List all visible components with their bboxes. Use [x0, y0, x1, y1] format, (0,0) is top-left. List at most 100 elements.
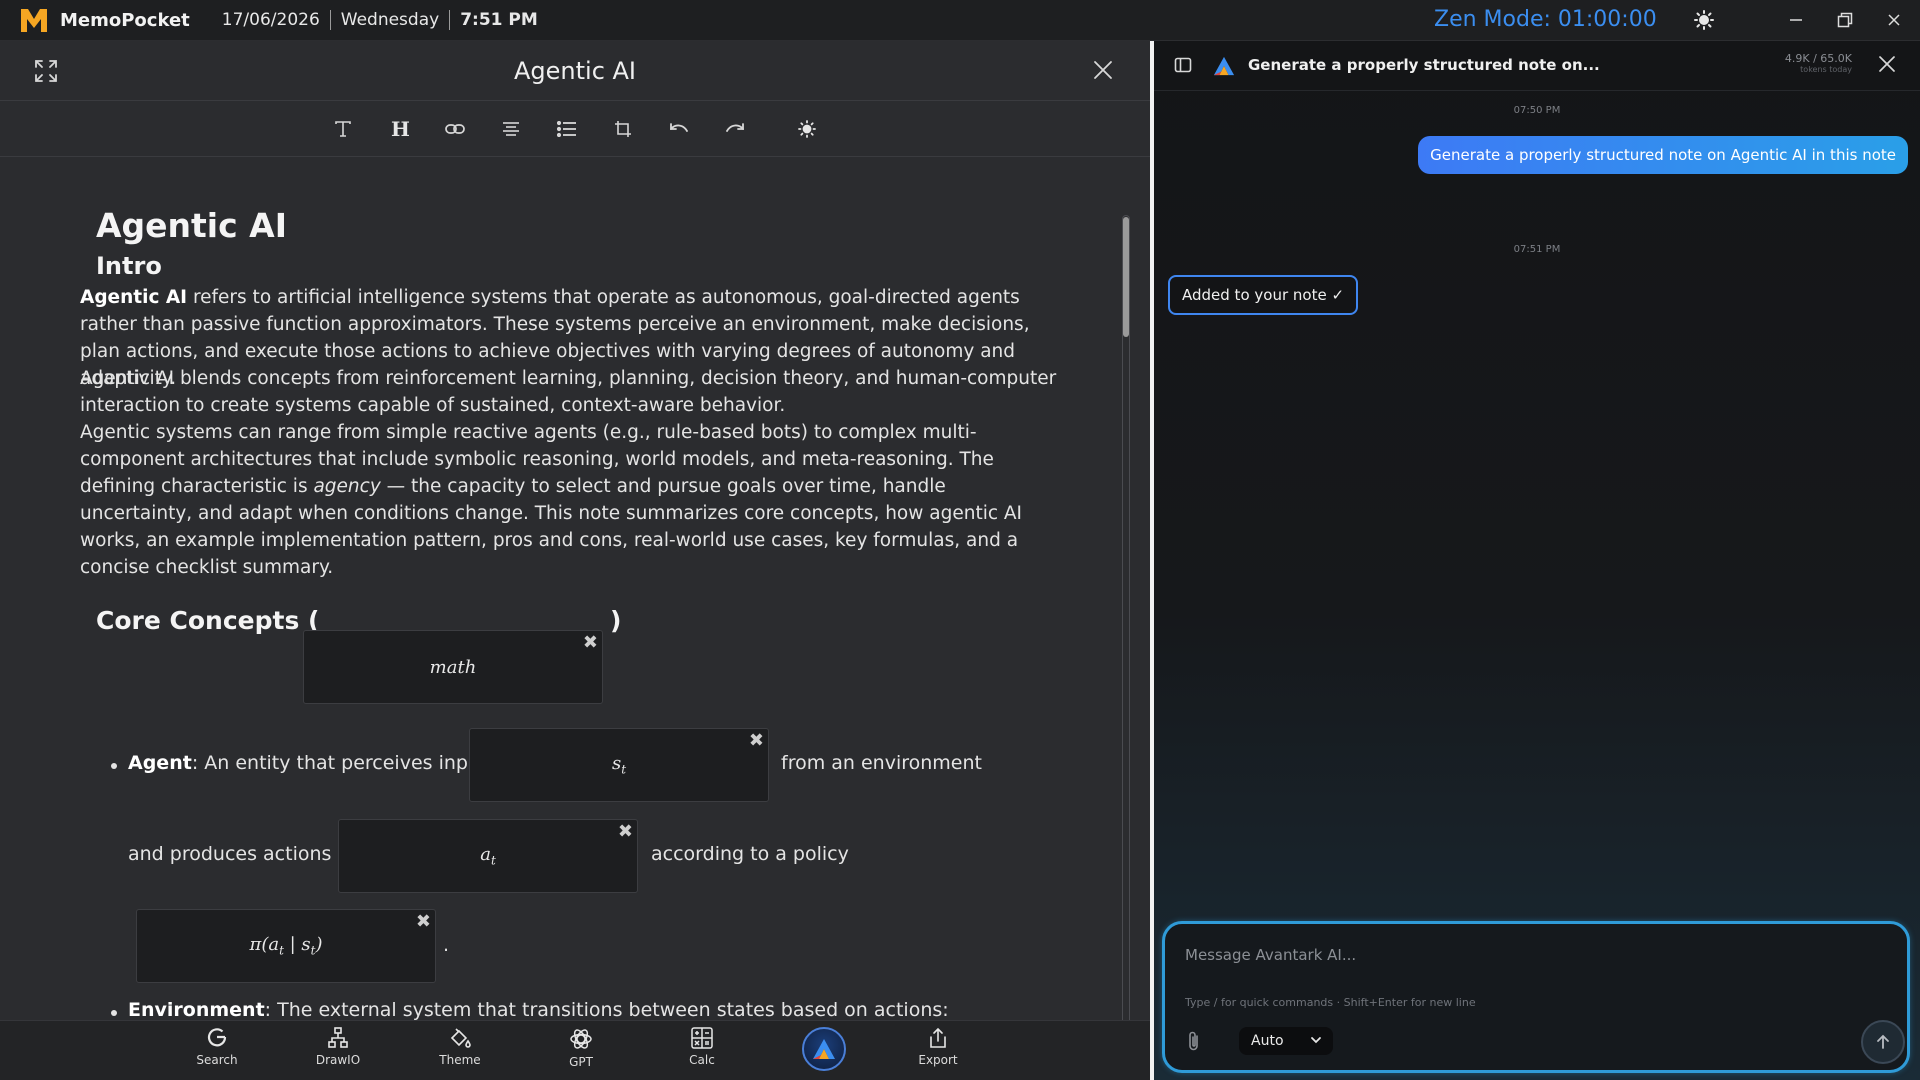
send-button[interactable] — [1861, 1020, 1905, 1064]
composer-hint: Type / for quick commands · Shift+Enter … — [1185, 996, 1476, 1009]
dock-search[interactable]: Search — [177, 1027, 257, 1067]
math-block-policy[interactable]: π(at | st) ✖ — [136, 909, 436, 983]
dock-theme[interactable]: Theme — [420, 1027, 500, 1067]
attach-paperclip-icon[interactable] — [1187, 1030, 1201, 1056]
math-text: math — [429, 656, 477, 678]
agent-label: Agent — [128, 752, 192, 774]
weekday-text: Wednesday — [340, 10, 440, 30]
heading-2-intro: Intro — [96, 252, 162, 280]
dock-drawio[interactable]: DrawIO — [298, 1027, 378, 1067]
math-policy: π(at | st) — [249, 934, 322, 958]
math-at-sub: t — [490, 853, 496, 868]
sidebar-toggle-icon[interactable] — [1174, 56, 1192, 78]
math-at: at — [480, 844, 496, 868]
dock-label: Theme — [439, 1053, 481, 1067]
avantark-logo-icon — [813, 1039, 835, 1059]
restore-icon[interactable] — [1833, 8, 1857, 32]
dock-gpt[interactable]: GPT — [541, 1027, 621, 1069]
crop-icon[interactable] — [595, 109, 651, 149]
agent-text-3: and produces actions — [128, 843, 332, 865]
math-policy-end: ) — [315, 934, 323, 956]
remove-math-icon[interactable]: ✖ — [416, 911, 431, 932]
agency-emphasis: agency — [313, 476, 381, 497]
app-name: MemoPocket — [60, 9, 190, 31]
formatting-toolbar: H — [0, 101, 1150, 157]
dock-label: GPT — [569, 1055, 593, 1069]
intro-bold: Agentic AI — [80, 287, 188, 308]
dock-calc[interactable]: Calc — [662, 1027, 742, 1067]
time-text: 7:51 PM — [460, 10, 538, 30]
arrow-up-icon — [1877, 1034, 1889, 1049]
note-content[interactable]: Agentic AI Intro Agentic AI refers to ar… — [0, 158, 1120, 1020]
editor-scrollbar-thumb[interactable] — [1123, 217, 1129, 337]
paint-bucket-icon — [450, 1028, 471, 1048]
editor-scrollbar-track[interactable] — [1122, 215, 1130, 1045]
remove-math-icon[interactable]: ✖ — [583, 632, 598, 653]
dock-label: Calc — [689, 1053, 715, 1067]
message-input[interactable] — [1185, 946, 1785, 964]
token-count: 4.9K / 65.0K — [1784, 52, 1852, 65]
link-icon[interactable] — [427, 109, 483, 149]
google-icon — [207, 1028, 227, 1047]
close-chat-icon[interactable] — [1878, 55, 1896, 77]
core-title-close: ) — [610, 606, 622, 635]
heading-icon[interactable]: H — [371, 109, 427, 149]
assistant-message: Added to your note ✓ — [1168, 275, 1359, 315]
chevron-down-icon — [1311, 1037, 1321, 1044]
openai-icon — [570, 1029, 592, 1049]
message-composer: Type / for quick commands · Shift+Enter … — [1162, 921, 1910, 1073]
agent-text-4: according to a policy — [651, 843, 849, 865]
separator — [329, 10, 331, 30]
model-selector[interactable]: Auto — [1239, 1027, 1333, 1055]
agent-line: Agent: An entity that perceives input — [128, 752, 487, 774]
close-note-icon[interactable] — [1092, 59, 1114, 85]
math-st-base: s — [611, 753, 622, 775]
environment-line: Environment: The external system that tr… — [128, 999, 949, 1020]
remove-math-icon[interactable]: ✖ — [749, 730, 764, 751]
minimize-icon[interactable] — [1784, 8, 1808, 32]
bottom-dock: Search DrawIO Theme GPT Calc Export — [0, 1020, 1150, 1080]
theme-toggle-sun-icon[interactable] — [1694, 10, 1714, 34]
redo-icon[interactable] — [707, 109, 763, 149]
fullscreen-expand-icon[interactable] — [34, 59, 58, 87]
env-text: : The external system that transitions b… — [264, 999, 949, 1020]
avantark-ai-button[interactable] — [802, 1027, 846, 1071]
memopocket-logo-icon — [18, 4, 50, 36]
close-window-icon[interactable] — [1882, 8, 1906, 32]
math-at-base: a — [480, 844, 491, 866]
dock-label: Search — [196, 1053, 238, 1067]
token-usage: 4.9K / 65.0K tokens today — [1782, 52, 1852, 74]
core-concepts-heading: Core Concepts ( — [96, 606, 319, 635]
zen-mode-timer[interactable]: Zen Mode: 01:00:00 — [1434, 7, 1657, 32]
token-label: tokens today — [1800, 65, 1852, 74]
date-text: 17/06/2026 — [221, 10, 320, 30]
message-timestamp: 07:51 PM — [1513, 244, 1561, 255]
chat-header: Generate a properly structured note on..… — [1154, 41, 1920, 91]
dock-export[interactable]: Export — [898, 1027, 978, 1067]
dock-label: Export — [918, 1053, 958, 1067]
share-icon — [930, 1027, 946, 1048]
math-policy-a: π(a — [249, 934, 280, 956]
remove-math-icon[interactable]: ✖ — [618, 821, 633, 842]
chat-title: Generate a properly structured note on..… — [1248, 56, 1600, 74]
editor-sun-icon[interactable] — [779, 109, 835, 149]
math-st: st — [612, 753, 626, 777]
date-time: 17/06/2026 Wednesday 7:51 PM — [222, 10, 538, 30]
title-bar: MemoPocket 17/06/2026 Wednesday 7:51 PM … — [0, 0, 1920, 41]
math-block-core[interactable]: math ✖ — [303, 630, 603, 704]
text-format-icon[interactable] — [315, 109, 371, 149]
agent-text-5: . — [443, 934, 450, 956]
user-message: Generate a properly structured note on A… — [1418, 136, 1908, 174]
math-block-state[interactable]: st ✖ — [469, 728, 769, 802]
svg-text:H: H — [391, 119, 409, 139]
note-title: Agentic AI — [513, 56, 637, 85]
undo-icon[interactable] — [651, 109, 707, 149]
paragraph-3: Agentic systems can range from simple re… — [80, 419, 1060, 581]
bullet-list-icon[interactable] — [539, 109, 595, 149]
message-timestamp: 07:50 PM — [1513, 105, 1561, 116]
align-center-icon[interactable] — [483, 109, 539, 149]
calculator-icon — [691, 1027, 713, 1049]
dock-label: DrawIO — [315, 1053, 361, 1067]
agent-text-2: from an environment — [781, 752, 982, 774]
math-block-action[interactable]: at ✖ — [338, 819, 638, 893]
